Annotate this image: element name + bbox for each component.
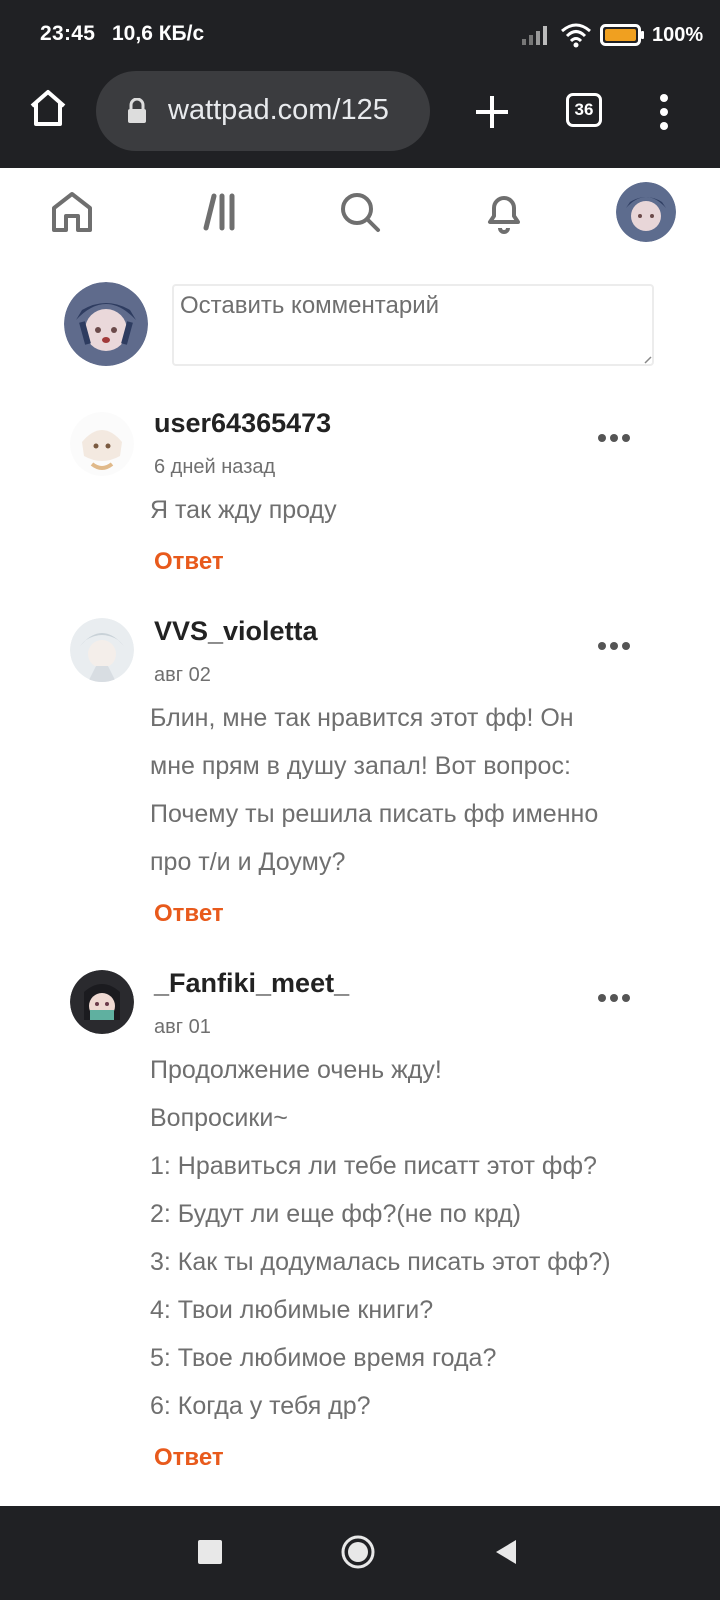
comment-line: Я так жду проду bbox=[150, 496, 337, 524]
comment-line: 1: Нравиться ли тебе писатт этот фф? bbox=[150, 1152, 597, 1180]
comment-placeholder: Оставить комментарий bbox=[180, 292, 440, 319]
comment-line: 2: Будут ли еще фф?(не по крд) bbox=[150, 1200, 521, 1228]
search-icon[interactable] bbox=[336, 188, 384, 236]
comment-username[interactable]: _Fanfiki_meet_ bbox=[154, 968, 349, 999]
comment-line: Вопросики~ bbox=[150, 1104, 288, 1132]
comment-avatar-user64365473[interactable] bbox=[70, 412, 134, 476]
status-bar: 23:45 10,6 КБ/с 100% bbox=[0, 0, 720, 70]
lock-icon bbox=[128, 98, 146, 123]
profile-avatar[interactable] bbox=[616, 182, 676, 242]
library-icon[interactable] bbox=[194, 188, 242, 236]
comment-text: Я так жду проду bbox=[150, 486, 670, 534]
comment-line: 4: Твои любимые книги? bbox=[150, 1296, 434, 1324]
comment-date: 6 дней назад bbox=[154, 456, 276, 478]
more-options-icon[interactable] bbox=[596, 640, 632, 652]
comment-username[interactable]: VVS_violetta bbox=[154, 616, 318, 647]
url-text[interactable]: wattpad.com/125 bbox=[168, 94, 418, 127]
comment-line: 5: Твое любимое время года? bbox=[150, 1344, 497, 1372]
comment-avatar-vvs-violetta[interactable] bbox=[70, 618, 134, 682]
comment-text: Продолжение очень жду! Вопросики~ 1: Нра… bbox=[150, 1046, 670, 1430]
comment-line: Почему ты решила писать фф именно bbox=[150, 800, 599, 828]
signal-icon bbox=[522, 26, 547, 45]
status-time: 23:45 bbox=[40, 22, 96, 45]
comment-text: Блин, мне так нравится этот фф! Он мне п… bbox=[150, 694, 670, 886]
new-tab-button[interactable] bbox=[470, 90, 514, 134]
comment-line: 6: Когда у тебя др? bbox=[150, 1392, 371, 1420]
browser-home-button[interactable] bbox=[26, 86, 70, 130]
comment-date: авг 01 bbox=[154, 1016, 211, 1038]
reply-button[interactable]: Ответ bbox=[154, 548, 224, 576]
comment-avatar-fanfiki-meet[interactable] bbox=[70, 970, 134, 1034]
reply-button[interactable]: Ответ bbox=[154, 1444, 224, 1472]
wifi-icon bbox=[561, 23, 591, 48]
network-speed: 10,6 КБ/с bbox=[112, 22, 205, 45]
home-circle-icon[interactable] bbox=[340, 1534, 376, 1570]
more-options-icon[interactable] bbox=[596, 432, 632, 444]
comment-line: мне прям в душу запал! Вот вопрос: bbox=[150, 752, 571, 780]
back-triangle-icon[interactable] bbox=[494, 1538, 518, 1566]
tab-switcher-button[interactable]: 36 bbox=[566, 93, 602, 127]
comment-date: авг 02 bbox=[154, 664, 211, 686]
battery-icon bbox=[600, 24, 644, 46]
comment-username[interactable]: user64365473 bbox=[154, 408, 331, 439]
browser-menu-button[interactable] bbox=[652, 92, 676, 132]
resize-handle-icon[interactable] bbox=[644, 356, 652, 364]
comment-line: 3: Как ты додумалась писать этот фф?) bbox=[150, 1248, 611, 1276]
recents-square-icon[interactable] bbox=[198, 1540, 222, 1564]
current-user-avatar bbox=[64, 282, 148, 366]
notifications-bell-icon[interactable] bbox=[480, 188, 528, 236]
reply-button[interactable]: Ответ bbox=[154, 900, 224, 928]
home-icon[interactable] bbox=[48, 188, 96, 236]
more-options-icon[interactable] bbox=[596, 992, 632, 1004]
comment-line: Продолжение очень жду! bbox=[150, 1056, 442, 1084]
comment-line: Блин, мне так нравится этот фф! Он bbox=[150, 704, 574, 732]
comment-line: про т/и и Доуму? bbox=[150, 848, 346, 876]
battery-percent: 100% bbox=[652, 24, 704, 46]
